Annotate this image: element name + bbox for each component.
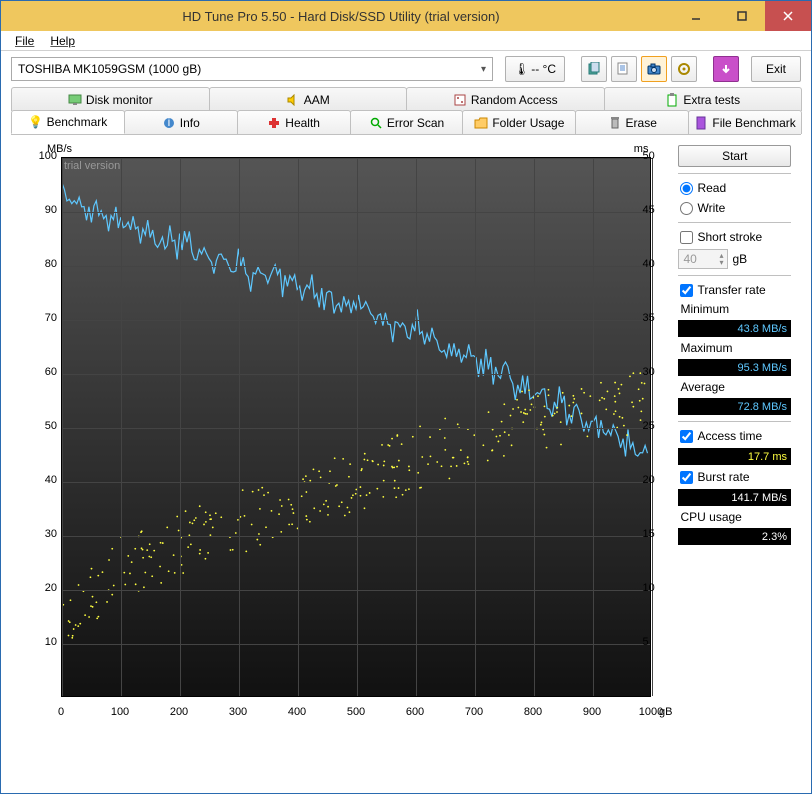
exit-button[interactable]: Exit — [751, 56, 801, 82]
value-average: 72.8 MB/s — [678, 398, 791, 415]
clipboard-icon — [665, 93, 679, 107]
settings-button[interactable] — [671, 56, 697, 82]
close-button[interactable] — [765, 1, 811, 31]
label-minimum: Minimum — [678, 302, 791, 316]
speaker-icon — [286, 93, 300, 107]
svg-text:i: i — [167, 117, 170, 129]
value-access-time: 17.7 ms — [678, 448, 791, 465]
info-icon: i — [162, 116, 176, 130]
bulb-icon: 💡 — [29, 115, 43, 129]
menu-help[interactable]: Help — [42, 34, 83, 48]
value-burst-rate: 141.7 MB/s — [678, 489, 791, 506]
drive-select[interactable]: TOSHIBA MK1059GSM (1000 gB) ▾ — [11, 57, 493, 81]
check-short-stroke[interactable]: Short stroke — [678, 229, 791, 245]
dice-icon — [453, 93, 467, 107]
chevron-down-icon: ▾ — [481, 64, 486, 75]
plus-icon — [267, 116, 281, 130]
search-icon — [369, 116, 383, 130]
main-area: MB/s ms trial version gB 102030405060708… — [11, 134, 801, 740]
value-maximum: 95.3 MB/s — [678, 359, 791, 376]
tab-error-scan[interactable]: Error Scan — [350, 110, 464, 134]
value-minimum: 43.8 MB/s — [678, 320, 791, 337]
label-maximum: Maximum — [678, 341, 791, 355]
label-cpu-usage: CPU usage — [678, 510, 791, 524]
tab-info[interactable]: iInfo — [124, 110, 238, 134]
folder-icon — [474, 116, 488, 130]
radio-write[interactable]: Write — [678, 200, 791, 216]
radio-read[interactable]: Read — [678, 180, 791, 196]
minimize-button[interactable] — [673, 1, 719, 31]
toolbar: TOSHIBA MK1059GSM (1000 gB) ▾ 🌡 -- °C Ex… — [1, 51, 811, 87]
tab-file-benchmark[interactable]: File Benchmark — [688, 110, 802, 134]
label-average: Average — [678, 380, 791, 394]
check-burst-rate[interactable]: Burst rate — [678, 469, 791, 485]
tab-disk-monitor[interactable]: Disk monitor — [11, 87, 210, 111]
chart-plot-area: trial version — [61, 157, 651, 697]
tabrow-top: Disk monitor AAM Random Access Extra tes… — [11, 87, 801, 111]
window-title: HD Tune Pro 5.50 - Hard Disk/SSD Utility… — [9, 9, 673, 24]
tab-health[interactable]: Health — [237, 110, 351, 134]
short-stroke-spinner[interactable]: 40▴▾ — [678, 249, 728, 269]
value-cpu-usage: 2.3% — [678, 528, 791, 545]
copy-info-button[interactable] — [581, 56, 607, 82]
tab-extra-tests[interactable]: Extra tests — [604, 87, 803, 111]
titlebar: HD Tune Pro 5.50 - Hard Disk/SSD Utility… — [1, 1, 811, 31]
monitor-icon — [68, 93, 82, 107]
check-access-time[interactable]: Access time — [678, 428, 791, 444]
tabrow-bottom: 💡Benchmark iInfo Health Error Scan Folde… — [11, 110, 801, 134]
benchmark-chart: MB/s ms trial version gB 102030405060708… — [21, 145, 672, 730]
file-bulb-icon — [694, 116, 708, 130]
tab-benchmark[interactable]: 💡Benchmark — [11, 110, 125, 134]
drive-select-value: TOSHIBA MK1059GSM (1000 gB) — [18, 62, 201, 76]
tab-erase[interactable]: Erase — [575, 110, 689, 134]
maximize-button[interactable] — [719, 1, 765, 31]
tab-aam[interactable]: AAM — [209, 87, 408, 111]
trash-icon — [608, 116, 622, 130]
tab-random-access[interactable]: Random Access — [406, 87, 605, 111]
temperature-display: 🌡 -- °C — [505, 56, 565, 82]
save-button[interactable] — [713, 56, 739, 82]
screenshot-button[interactable] — [641, 56, 667, 82]
copy-text-button[interactable] — [611, 56, 637, 82]
menu-file[interactable]: File — [7, 34, 42, 48]
thermometer-icon: 🌡 — [514, 62, 529, 76]
side-panel: Start Read Write Short stroke 40▴▾ gB Tr… — [678, 145, 791, 730]
menubar: File Help — [1, 31, 811, 51]
tab-folder-usage[interactable]: Folder Usage — [462, 110, 576, 134]
start-button[interactable]: Start — [678, 145, 791, 167]
check-transfer-rate[interactable]: Transfer rate — [678, 282, 791, 298]
